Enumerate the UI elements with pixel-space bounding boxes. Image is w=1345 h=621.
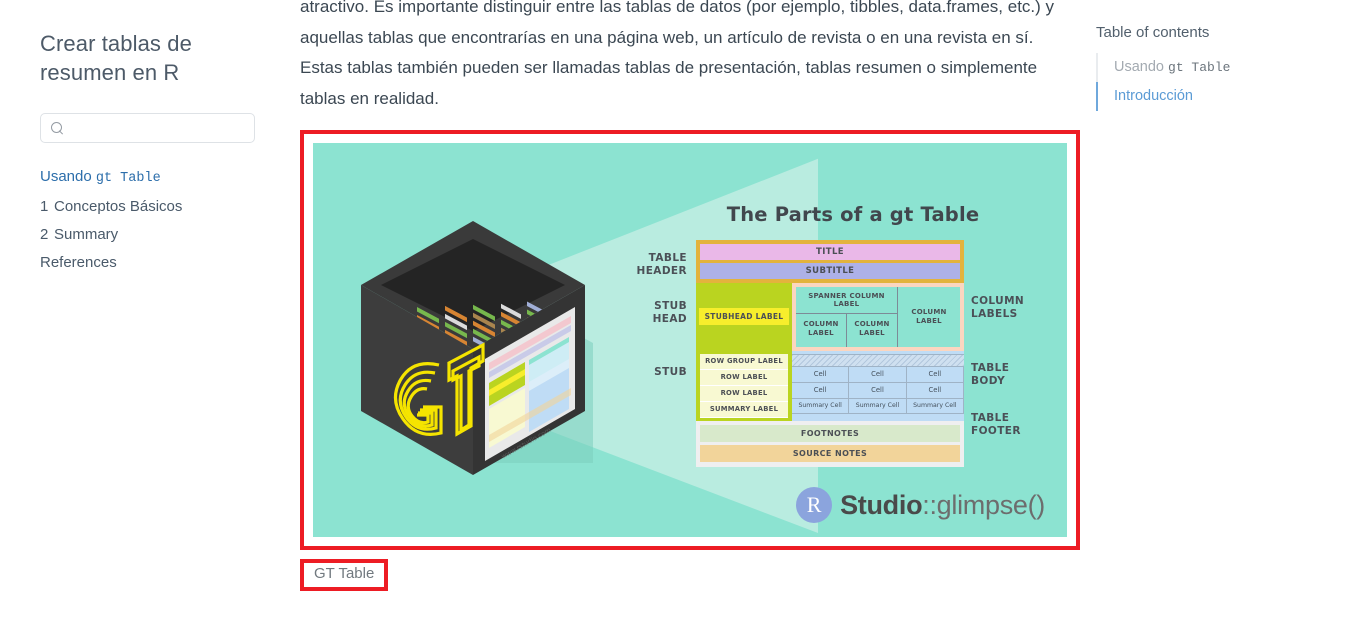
diagram-spanner-group: SPANNER COLUMN LABEL COLUMN LABEL COLUMN… [796, 287, 898, 347]
diagram-stubhead-and-column-labels: STUBHEAD LABEL SPANNER COLUMN LABEL COLU… [696, 283, 964, 351]
diagram-cell: Cell [849, 366, 907, 383]
gt-cube-illustration: www.rstudio.com [353, 213, 603, 483]
diagram-summary-cell: Summary Cell [906, 398, 964, 414]
diagram-source-notes: SOURCE NOTES [700, 444, 960, 462]
figure-caption-annotation-box: GT Table [300, 559, 389, 591]
diagram-summary-label: SUMMARY LABEL [700, 401, 788, 418]
search-input[interactable] [62, 114, 254, 143]
paragraph-top-wrapper: atractivo. Es importante distinguir entr… [300, 0, 1070, 114]
table-of-contents: Table of contents Usando gt Table Introd… [1080, 0, 1345, 112]
brand-bold: Studio [840, 489, 923, 520]
main-content: atractivo. Es importante distinguir entr… [295, 0, 1080, 621]
sidebar-item-code: gt Table [95, 171, 161, 187]
diagram-footnotes: FOOTNOTES [700, 424, 960, 442]
diagram-row-group-stripe [792, 353, 964, 367]
diagram-summary-row: Summary Cell Summary Cell Summary Cell [792, 398, 964, 414]
diagram-cell: Cell [906, 366, 964, 383]
brand-separator: :: [922, 489, 937, 520]
search-icon [51, 121, 62, 135]
sidebar-item-usando-gt-table[interactable]: Usando gt Table [40, 169, 255, 199]
sidebar-item-label: Conceptos Básicos [54, 197, 183, 215]
gt-parts-diagram: TITLE SUBTITLE STUBHEAD LABEL SPANNER CO… [696, 240, 964, 467]
diagram-title-bar: TITLE [700, 244, 960, 260]
brand-thin: glimpse() [936, 489, 1046, 520]
diagram-body-row: Cell Cell Cell [792, 366, 964, 383]
diagram-row-label-1: ROW LABEL [700, 369, 788, 386]
toc-item-usando-gt-table[interactable]: Usando gt Table [1096, 53, 1330, 83]
search-box[interactable] [40, 113, 255, 144]
label-table-header: TABLE HEADER [636, 252, 687, 278]
page-root: Crear tablas de resumen en R Usando gt T… [0, 0, 1345, 621]
label-table-footer: TABLE FOOTER [971, 412, 1021, 438]
toc-item-label: Introducción [1114, 88, 1193, 105]
diagram-summary-cell: Summary Cell [849, 398, 907, 414]
site-title: Crear tablas de resumen en R [40, 31, 192, 85]
diagram-summary-cell: Summary Cell [792, 398, 850, 414]
figure-wrapper: The Parts of a gt Table www.rstudio.com … [300, 130, 1080, 591]
toc-list: Usando gt Table Introducción [1096, 53, 1330, 112]
sidebar-item-label: References [40, 253, 117, 271]
sidebar-item-label: Usando [40, 168, 96, 186]
label-column-labels: COLUMN LABELS [971, 295, 1025, 321]
sidebar-item-references[interactable]: References [40, 255, 255, 283]
toc-title: Table of contents [1096, 24, 1210, 41]
sidebar-item-number: 1 [40, 197, 49, 215]
diagram-table-footer: FOOTNOTES SOURCE NOTES [696, 420, 964, 467]
figure-title: The Parts of a gt Table [726, 203, 980, 226]
diagram-cell: Cell [792, 366, 850, 383]
figure-caption: GT Table [314, 565, 375, 582]
diagram-stub-head: STUBHEAD LABEL [696, 283, 792, 351]
sidebar-item-label: Summary [54, 225, 119, 243]
diagram-spanner-column-label: SPANNER COLUMN LABEL [796, 287, 898, 314]
r-logo-icon: R [796, 487, 833, 523]
figure-annotation-box: The Parts of a gt Table www.rstudio.com … [300, 130, 1080, 550]
diagram-column-label-2: COLUMN LABEL [847, 314, 898, 347]
sidebar-item-summary[interactable]: 2 Summary [40, 227, 255, 255]
diagram-table-header: TITLE SUBTITLE [696, 240, 964, 283]
paragraph-bottom-wrapper: Podemos considerar las tablas de visuali… [300, 613, 1070, 621]
diagram-row-label-2: ROW LABEL [700, 385, 788, 402]
diagram-row-group-label: ROW GROUP LABEL [700, 353, 788, 370]
paragraph-top: atractivo. Es importante distinguir entr… [300, 0, 1055, 108]
diagram-cell: Cell [792, 382, 850, 399]
diagram-column-labels: SPANNER COLUMN LABEL COLUMN LABEL COLUMN… [792, 283, 964, 351]
toc-item-label: Usando [1114, 59, 1169, 75]
diagram-body-cells: Cell Cell Cell Cell Cell Cell Summary Ce… [792, 351, 964, 421]
diagram-subtitle-bar: SUBTITLE [700, 263, 960, 279]
diagram-stub: ROW GROUP LABEL ROW LABEL ROW LABEL SUMM… [696, 350, 792, 421]
sidebar-item-conceptos-basicos[interactable]: 1 Conceptos Básicos [40, 199, 255, 227]
brand-wordmark: Studio::glimpse() [840, 490, 1045, 521]
diagram-column-label-3: COLUMN LABEL [911, 307, 947, 325]
diagram-column-label-1: COLUMN LABEL [796, 314, 847, 347]
rstudio-glimpse-logo: R Studio::glimpse() [796, 487, 1045, 523]
sidebar-nav: Usando gt Table 1 Conceptos Básicos 2 Summ… [40, 169, 255, 283]
diagram-cell: Cell [906, 382, 964, 399]
diagram-stubhead-label: STUBHEAD LABEL [698, 308, 790, 326]
paragraph-bottom: Podemos considerar las tablas de visuali… [300, 613, 1070, 621]
label-table-body: TABLE BODY [971, 362, 1010, 388]
sidebar-item-number: 2 [40, 225, 49, 243]
label-stub: STUB [654, 366, 687, 378]
toc-item-code: gt Table [1168, 60, 1231, 75]
sidebar: Crear tablas de resumen en R Usando gt T… [0, 0, 295, 621]
diagram-body-row: Cell Cell Cell [792, 382, 964, 399]
toc-item-introduccion[interactable]: Introducción [1096, 82, 1330, 112]
diagram-table-body: ROW GROUP LABEL ROW LABEL ROW LABEL SUMM… [696, 350, 964, 421]
label-stub-head: STUB HEAD [652, 300, 687, 326]
diagram-cell: Cell [849, 382, 907, 399]
gt-table-figure-image[interactable]: The Parts of a gt Table www.rstudio.com … [313, 143, 1067, 537]
